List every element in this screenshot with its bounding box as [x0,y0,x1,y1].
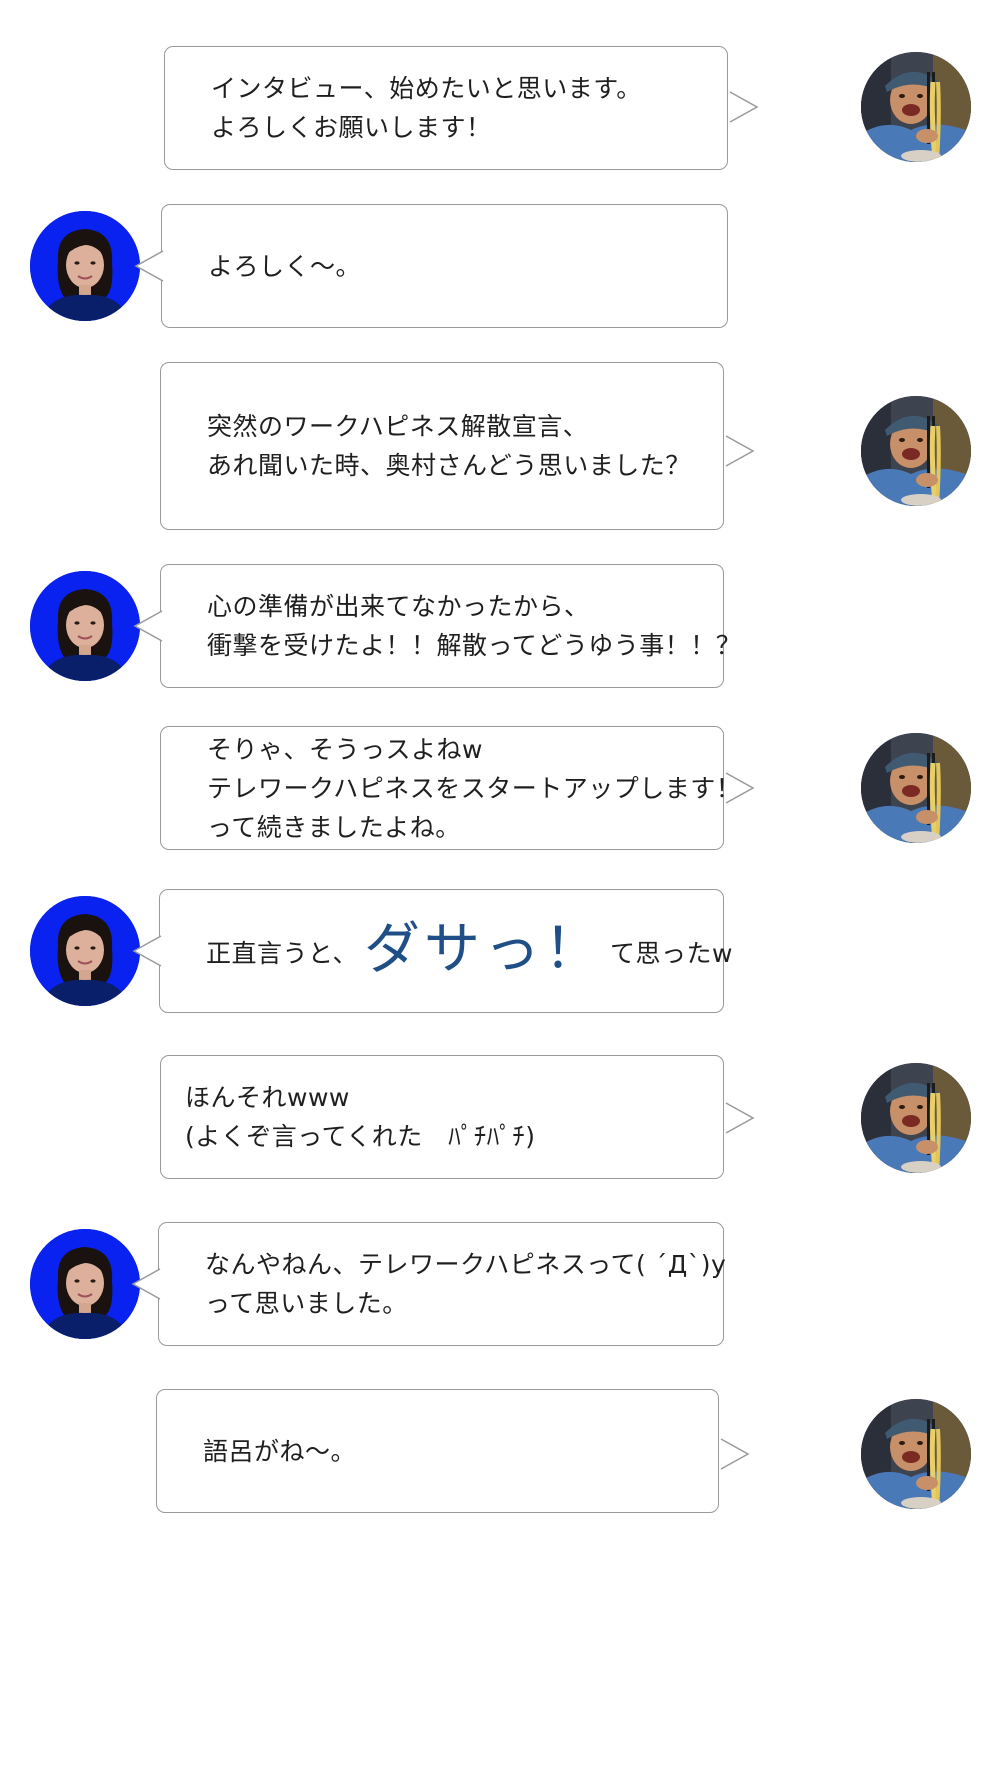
message-text-line: なんやねん、テレワークハピネスって( ´Д`)y [205,1250,727,1279]
interviewer-avatar [861,1399,971,1509]
interviewer-speech-bubble: そりゃ、そうっスよねw テレワークハピネスをスタートアップします！ って続きましたよ… [160,726,742,850]
message-text-line: インタビュー、始めたいと思います。 [211,74,642,103]
interviewer-avatar [861,1063,971,1173]
message-text-line: そりゃ、そうっスよねw [207,734,483,764]
okumura-speech-bubble: 正直言うと、 ダサっ！ て思ったw [159,889,732,1013]
interviewer-speech-bubble: ほんそれwww (よくぞ言ってくれた ﾊﾟﾁﾊﾟﾁ) [160,1055,724,1179]
okumura-avatar [30,211,140,321]
message-text-line: 語呂がね〜。 [203,1436,357,1466]
speech-bubble-tail [134,250,164,282]
message-text-line: あれ聞いた時、奥村さんどう思いました？ [207,451,691,480]
message-text-after: て思ったw [610,938,733,968]
message-text-line: 突然のワークハピネス解散宣言、 [207,412,589,441]
speech-bubble-tail [131,1268,161,1300]
message-text-line: 正直言うと、 ダサっ！ て思ったw [206,921,732,977]
message-text-line: テレワークハピネスをスタートアップします！ [207,773,742,803]
message-text-line: (よくぞ言ってくれた ﾊﾟﾁﾊﾟﾁ) [185,1122,536,1151]
okumura-speech-bubble: なんやねん、テレワークハピネスって( ´Д`)y って思いました。 [158,1222,727,1346]
speech-bubble-tail [132,935,162,967]
interviewer-speech-bubble: インタビュー、始めたいと思います。 よろしくお願いします！ [164,46,728,170]
message-text-line: 衝撃を受けたよ！！解散ってどうゆう事！！？ [207,631,742,660]
okumura-speech-bubble: 心の準備が出来てなかったから、衝撃を受けたよ！！解散ってどうゆう事！！？ [160,564,742,688]
speech-bubble-tail [725,772,755,804]
okumura-avatar [30,571,140,681]
speech-bubble-tail [133,610,163,642]
interviewer-avatar [861,396,971,506]
message-text-line: ほんそれwww [185,1083,350,1112]
interviewer-avatar [861,52,971,162]
okumura-avatar [30,896,140,1006]
message-text-line: 心の準備が出来てなかったから、 [207,592,590,621]
message-text-line: って続きましたよね。 [207,812,461,842]
interviewer-speech-bubble: 語呂がね〜。 [156,1389,719,1513]
speech-bubble-tail [720,1438,750,1470]
interviewer-avatar [861,733,971,843]
speech-bubble-tail [725,1102,755,1134]
okumura-speech-bubble: よろしく〜。 [161,204,728,328]
okumura-avatar [30,1229,140,1339]
message-text-line: よろしくお願いします！ [211,113,492,142]
message-text-line: よろしく〜。 [208,251,362,281]
message-text-line: って思いました。 [205,1289,408,1318]
message-text-before: 正直言うと、 [206,938,359,968]
speech-bubble-tail [725,435,755,467]
emphasis-text: ダサっ！ [364,916,605,982]
speech-bubble-tail [729,91,759,123]
interviewer-speech-bubble: 突然のワークハピネス解散宣言、あれ聞いた時、奥村さんどう思いました？ [160,362,724,530]
